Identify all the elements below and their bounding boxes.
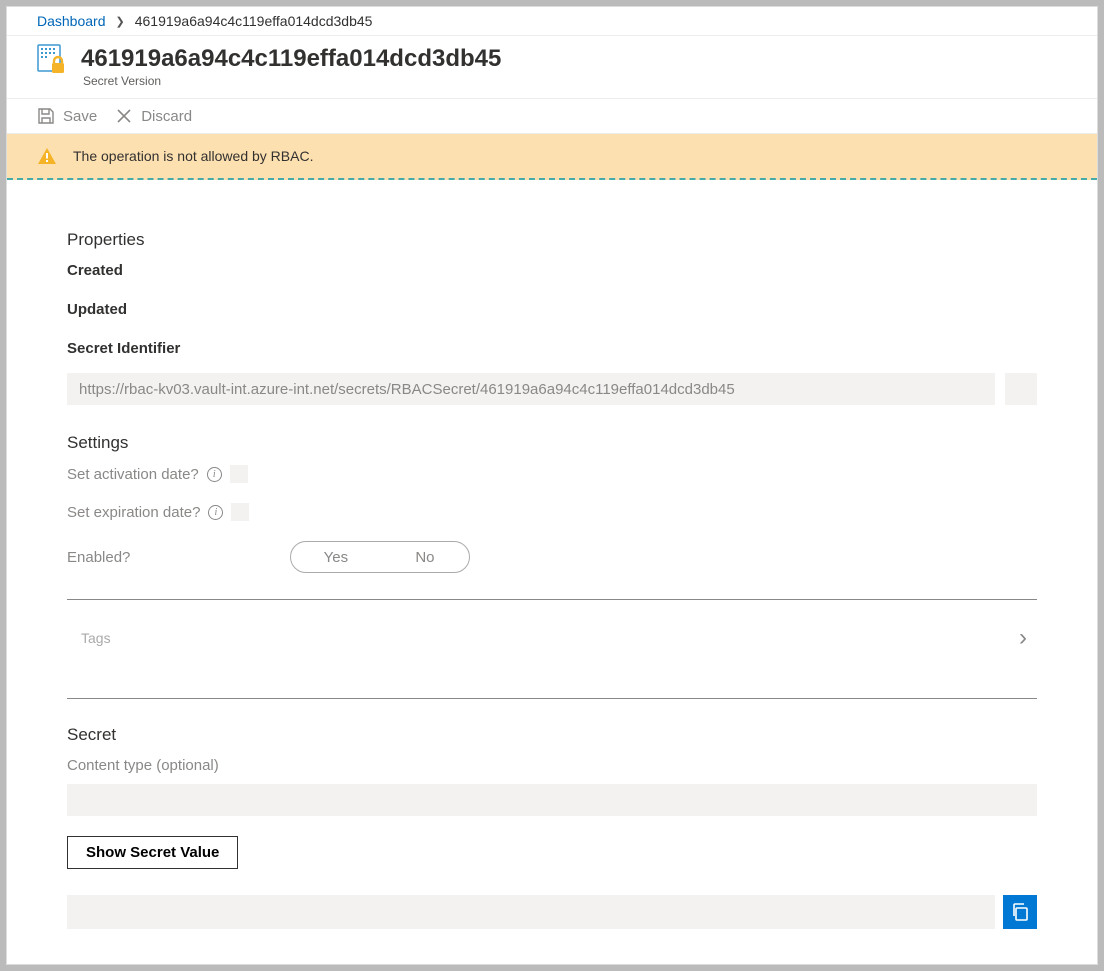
activation-label: Set activation date?: [67, 466, 199, 483]
updated-label: Updated: [67, 301, 1037, 318]
page-subtitle: Secret Version: [7, 74, 1097, 98]
breadcrumb: Dashboard ❯ 461919a6a94c4c119effa014dcd3…: [7, 7, 1097, 36]
secret-heading: Secret: [67, 725, 1037, 745]
content-type-label: Content type (optional): [67, 757, 1037, 774]
enabled-label: Enabled?: [67, 549, 130, 566]
enabled-no[interactable]: No: [380, 542, 469, 572]
breadcrumb-current: 461919a6a94c4c119effa014dcd3db45: [135, 13, 373, 29]
keyvault-secret-icon: [37, 44, 67, 74]
warning-icon: [37, 146, 57, 166]
show-secret-value-button[interactable]: Show Secret Value: [67, 836, 238, 869]
save-label: Save: [63, 108, 97, 125]
expiration-checkbox[interactable]: [231, 503, 249, 521]
secret-identifier-label: Secret Identifier: [67, 340, 1037, 357]
warning-message: The operation is not allowed by RBAC.: [73, 148, 313, 164]
copy-secret-button[interactable]: [1003, 895, 1037, 929]
info-icon[interactable]: i: [208, 505, 223, 520]
expiration-row: Set expiration date? i: [67, 503, 1037, 521]
copy-identifier-button[interactable]: [1005, 373, 1037, 405]
secret-version-blade: Dashboard ❯ 461919a6a94c4c119effa014dcd3…: [6, 6, 1098, 965]
settings-heading: Settings: [67, 433, 1037, 453]
rbac-warning-banner: The operation is not allowed by RBAC.: [7, 134, 1097, 180]
created-label: Created: [67, 262, 1037, 279]
breadcrumb-dashboard[interactable]: Dashboard: [37, 13, 106, 29]
page-title: 461919a6a94c4c119effa014dcd3db45: [81, 46, 501, 72]
enabled-toggle[interactable]: Yes No: [290, 541, 470, 573]
content: Properties Created Updated Secret Identi…: [7, 180, 1097, 939]
save-button[interactable]: Save: [37, 107, 97, 125]
close-icon: [115, 107, 133, 125]
save-icon: [37, 107, 55, 125]
title-block: 461919a6a94c4c119effa014dcd3db45 Secret …: [7, 36, 1097, 99]
chevron-right-icon: ❯: [116, 15, 125, 28]
info-icon[interactable]: i: [207, 467, 222, 482]
enabled-yes[interactable]: Yes: [291, 542, 380, 572]
chevron-right-icon: ›: [1019, 624, 1027, 652]
toolbar: Save Discard: [7, 99, 1097, 134]
expiration-label: Set expiration date?: [67, 504, 200, 521]
enabled-row: Enabled? Yes No: [67, 541, 1037, 573]
secret-value-input[interactable]: [67, 895, 995, 929]
tags-row[interactable]: Tags ›: [67, 599, 1037, 699]
properties-heading: Properties: [67, 230, 1037, 250]
copy-icon: [1010, 902, 1030, 922]
activation-row: Set activation date? i: [67, 465, 1037, 483]
secret-identifier-field: [67, 373, 1037, 405]
secret-value-row: [67, 895, 1037, 929]
discard-button[interactable]: Discard: [115, 107, 192, 125]
secret-identifier-input[interactable]: [67, 373, 995, 405]
content-type-input[interactable]: [67, 784, 1037, 816]
discard-label: Discard: [141, 108, 192, 125]
activation-checkbox[interactable]: [230, 465, 248, 483]
tags-label: Tags: [81, 630, 111, 646]
